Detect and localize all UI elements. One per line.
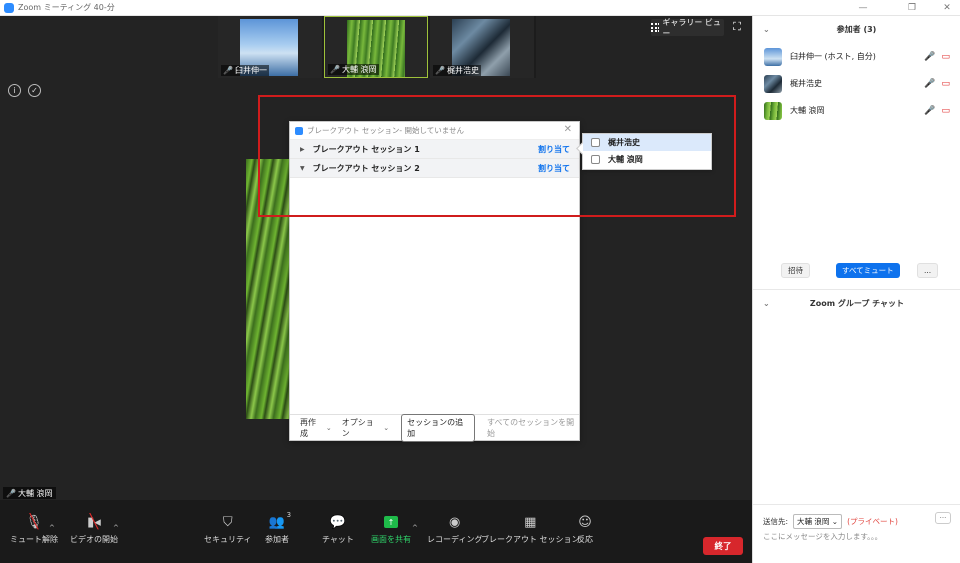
chat-button[interactable]: 💬 チャット [322, 512, 354, 545]
shield-icon: ⛉ [222, 514, 233, 530]
grid-icon [651, 23, 660, 32]
start-video-button[interactable]: ▮◂ ╲ ビデオの開始 [70, 512, 118, 545]
participant-name: 大輔 浪岡 [790, 106, 825, 115]
mic-muted-icon: 🎤 [330, 65, 340, 74]
participants-button[interactable]: 👥 3 参加者 [265, 511, 292, 545]
chat-message-input[interactable] [763, 532, 943, 541]
video-thumbnail[interactable]: 🎤 大輔 浪岡 [324, 16, 428, 78]
mic-muted-icon: 🎤 [223, 66, 233, 75]
speaker-name: 大輔 浪岡 [17, 488, 53, 498]
record-icon: ◉ [449, 514, 461, 530]
mic-muted-icon: 🎤 [6, 488, 16, 498]
chevron-down-icon: ⌄ [383, 423, 390, 432]
mic-muted-icon: 🎙 ╲ [25, 514, 43, 530]
people-icon: 👥 3 [268, 511, 292, 530]
zoom-logo-icon [4, 2, 14, 13]
video-off-icon: ▭ [941, 51, 950, 62]
participants-header: ⌄ 参加者 (3) [753, 16, 960, 43]
participant-row[interactable]: 梶井浩史 🎤 ▭ [753, 70, 960, 97]
avatar [764, 47, 782, 66]
highlight-box [258, 95, 736, 217]
add-session-button[interactable]: セッションの追加 [401, 413, 475, 442]
gallery-view-button[interactable]: ギャラリー ビュー [651, 17, 724, 38]
video-thumbnail[interactable]: 🎤 臼井伸一 [218, 16, 322, 78]
breakout-grid-icon: ▦ [524, 514, 537, 530]
mic-muted-icon: 🎤 [924, 78, 936, 89]
thumbnail-strip: 🎤 臼井伸一 🎤 大輔 浪岡 🎤 梶井浩史 [218, 16, 536, 78]
security-button[interactable]: ⛉ セキュリティ [204, 512, 252, 545]
options-dropdown[interactable]: オプション ⌄ [342, 417, 389, 439]
participants-title: 参加者 (3) [836, 25, 877, 34]
send-to-label: 送信先: [763, 517, 789, 526]
participant-row[interactable]: 臼井伸一 (ホスト, 自分) 🎤 ▭ [753, 43, 960, 70]
chevron-down-icon: ⌄ [325, 423, 332, 432]
speaker-name-tag: 🎤 大輔 浪岡 [3, 487, 56, 499]
close-window-icon[interactable]: ✕ [934, 0, 960, 16]
video-off-icon: ▮◂ ╲ [87, 514, 101, 530]
video-options-caret[interactable]: ^ [113, 524, 119, 532]
participants-count: 3 [286, 511, 292, 519]
mic-muted-icon: 🎤 [924, 105, 936, 116]
video-off-icon: ▭ [941, 105, 950, 116]
side-panel: ⌄ 参加者 (3) 臼井伸一 (ホスト, 自分) 🎤 ▭ 梶井浩史 🎤 ▭ 大輔 浪… [752, 16, 960, 563]
recipient-select[interactable]: 大輔 浪岡 ⌄ [793, 514, 843, 529]
more-options-button[interactable]: ... [917, 263, 939, 278]
breakout-rooms-button[interactable]: ▦ ブレークアウト セッション [481, 512, 580, 545]
meeting-toolbar: 🎙 ╲ ミュート解除 ^ ▮◂ ╲ ビデオの開始 ^ ⛉ セキュリティ 👥 3 参加者… [0, 500, 752, 563]
participant-row[interactable]: 大輔 浪岡 🎤 ▭ [753, 97, 960, 124]
participant-name: 臼井伸一 (ホスト, 自分) [790, 52, 876, 61]
gallery-view-label: ギャラリー ビュー [662, 17, 721, 38]
share-screen-icon: ↑ [384, 516, 398, 528]
chevron-down-icon[interactable]: ⌄ [763, 299, 770, 308]
window-title: Zoom ミーティング 40-分 [18, 3, 115, 12]
title-bar: Zoom ミーティング 40-分 — ❐ ✕ [0, 0, 960, 16]
thumbnail-name: 臼井伸一 [234, 66, 267, 75]
reactions-button[interactable]: ☺ 反応 [577, 512, 593, 545]
open-all-sessions-button[interactable]: すべてのセッションを開始 [487, 417, 579, 439]
avatar [764, 74, 782, 93]
chat-compose: 送信先: 大輔 浪岡 ⌄ (プライベート) ··· [753, 504, 960, 563]
participant-name: 梶井浩史 [790, 79, 822, 88]
video-thumbnail[interactable]: 🎤 梶井浩史 [430, 16, 534, 78]
chat-more-button[interactable]: ··· [935, 512, 951, 524]
mic-muted-icon: 🎤 [435, 66, 445, 75]
video-off-icon: ▭ [941, 78, 950, 89]
record-button[interactable]: ◉ レコーディング [427, 512, 482, 545]
chat-header: ⌄ Zoom グループ チャット [753, 289, 960, 317]
chat-title: Zoom グループ チャット [809, 299, 905, 308]
mute-all-button[interactable]: すべてミュート [836, 263, 900, 278]
breakout-dialog-footer: 再作成 ⌄ オプション ⌄ セッションの追加 すべてのセッションを開始 [290, 413, 579, 442]
smiley-icon: ☺ [578, 514, 592, 530]
avatar [764, 101, 782, 120]
info-icon[interactable]: i [8, 84, 21, 97]
thumbnail-name: 大輔 浪岡 [341, 65, 377, 74]
private-label: (プライベート) [847, 517, 898, 526]
invite-button[interactable]: 招待 [781, 263, 810, 278]
encryption-shield-icon[interactable]: ✓ [28, 84, 41, 97]
fullscreen-icon[interactable]: ⛶ [731, 21, 743, 33]
recreate-dropdown[interactable]: 再作成 ⌄ [300, 417, 332, 439]
end-meeting-button[interactable]: 終了 [703, 537, 743, 555]
share-screen-button[interactable]: ↑ 画面を共有 [371, 512, 411, 545]
chat-bubble-icon: 💬 [329, 514, 347, 530]
restore-icon[interactable]: ❐ [899, 0, 925, 16]
thumbnail-name: 梶井浩史 [446, 66, 479, 75]
minimize-icon[interactable]: — [850, 0, 876, 16]
share-options-caret[interactable]: ^ [412, 524, 418, 532]
audio-options-caret[interactable]: ^ [49, 524, 55, 532]
mic-muted-icon: 🎤 [924, 51, 936, 62]
chevron-down-icon[interactable]: ⌄ [763, 25, 770, 34]
